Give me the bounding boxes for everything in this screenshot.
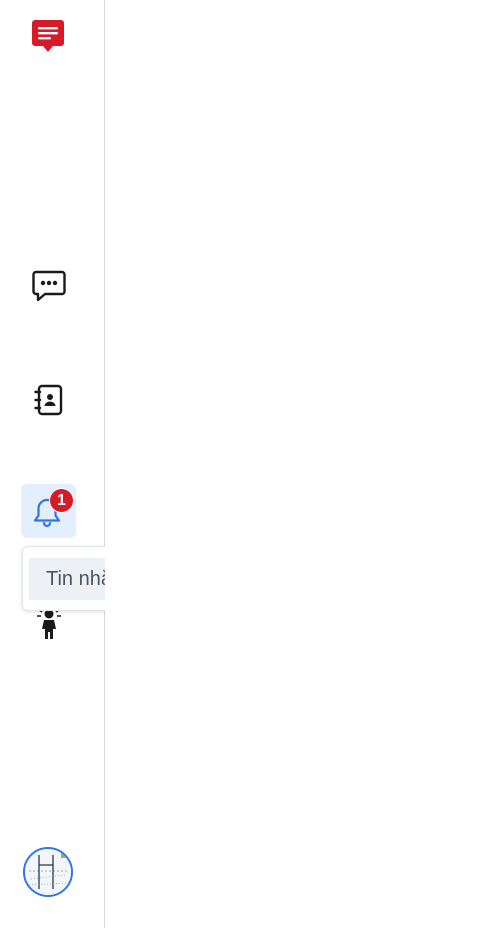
main-content-area [105, 0, 495, 928]
chat-bubble-icon [32, 270, 66, 302]
contacts-book-icon [34, 384, 63, 416]
red-chat-logo-icon [32, 20, 64, 52]
notification-count-badge: 1 [49, 488, 74, 513]
app: 1 Tin nhắn [0, 0, 495, 928]
person-idea-icon [37, 606, 61, 639]
sidebar-item-messages[interactable] [28, 266, 70, 306]
user-avatar[interactable] [23, 847, 73, 897]
avatar-image-icon [25, 849, 71, 895]
sidebar-item-notifications[interactable]: 1 [21, 484, 76, 538]
sidebar: 1 Tin nhắn [0, 0, 384, 928]
sidebar-item-contacts[interactable] [28, 380, 70, 420]
logo-button[interactable] [27, 17, 69, 57]
